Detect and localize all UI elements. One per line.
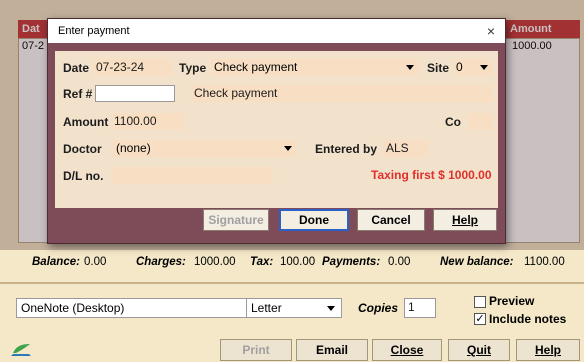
- preview-label[interactable]: Preview: [489, 294, 534, 308]
- paper-select-value: Letter: [251, 301, 282, 315]
- doctor-select-value: (none): [116, 141, 151, 155]
- cancel-button[interactable]: Cancel: [357, 209, 425, 231]
- help-button[interactable]: Help: [516, 339, 580, 361]
- type-select[interactable]: Check payment: [211, 59, 419, 76]
- balance-label: Balance:: [32, 256, 80, 268]
- payment-form-panel: Date 07-23-24 Type Check payment Site 0 …: [55, 51, 498, 208]
- date-label: Date: [63, 61, 90, 75]
- chevron-down-icon: [327, 306, 335, 311]
- balance-value: 0.00: [84, 256, 107, 268]
- entered-by-label: Entered by: [315, 142, 378, 156]
- paper-select[interactable]: Letter: [246, 298, 342, 318]
- email-button[interactable]: Email: [296, 339, 368, 361]
- tax-label: Tax:: [250, 256, 274, 268]
- done-button[interactable]: Done: [279, 209, 349, 231]
- copies-input[interactable]: 1: [404, 298, 436, 318]
- new-balance-value: 1100.00: [524, 256, 565, 268]
- dl-label: D/L no.: [63, 169, 104, 183]
- printer-select-value: OneNote (Desktop): [21, 301, 125, 315]
- amount-label: Amount: [63, 115, 109, 129]
- payments-label: Payments:: [322, 256, 381, 268]
- print-options: OneNote (Desktop) Letter Copies 1 Previe…: [0, 292, 584, 332]
- close-button[interactable]: Close: [372, 339, 442, 361]
- charges-label: Charges:: [136, 256, 186, 268]
- include-notes-checkbox[interactable]: ✓: [474, 313, 486, 325]
- include-notes-label[interactable]: Include notes: [489, 312, 566, 326]
- doctor-select[interactable]: (none): [113, 140, 297, 157]
- preview-checkbox[interactable]: [474, 296, 486, 308]
- site-select-value: 0: [456, 60, 463, 74]
- doctor-label: Doctor: [63, 142, 102, 156]
- dialog-title: Enter payment: [58, 25, 130, 37]
- close-icon[interactable]: ×: [487, 19, 495, 43]
- signature-button[interactable]: Signature: [203, 209, 269, 231]
- entered-by-field[interactable]: ALS: [383, 140, 429, 157]
- dialog-help-button[interactable]: Help: [433, 209, 497, 231]
- description-field[interactable]: Check payment: [191, 85, 493, 102]
- print-button[interactable]: Print: [220, 339, 292, 361]
- date-field[interactable]: 07-23-24: [93, 59, 173, 76]
- chevron-down-icon: [284, 146, 292, 151]
- taxing-note: Taxing first $ 1000.00: [371, 168, 492, 182]
- dl-field[interactable]: [113, 167, 273, 184]
- new-balance-label: New balance:: [440, 256, 514, 268]
- tax-value: 100.00: [280, 256, 316, 268]
- ref-label: Ref #: [63, 87, 93, 101]
- chevron-down-icon: [480, 65, 488, 70]
- type-select-value: Check payment: [214, 60, 298, 74]
- charges-value: 1000.00: [194, 256, 236, 268]
- section-divider: [0, 282, 584, 284]
- chevron-down-icon: [406, 65, 414, 70]
- balance-summary: Balance: 0.00 Charges: 1000.00 Tax: 100.…: [18, 250, 580, 274]
- amount-field[interactable]: 1100.00: [111, 113, 185, 130]
- co-label: Co: [445, 115, 461, 129]
- app-logo-icon: [11, 344, 31, 356]
- site-label: Site: [427, 61, 450, 75]
- co-field[interactable]: [469, 113, 493, 130]
- enter-payment-dialog: Enter payment × Date 07-23-24 Type Check…: [47, 18, 506, 244]
- copies-label: Copies: [358, 301, 399, 315]
- quit-button[interactable]: Quit: [448, 339, 510, 361]
- dialog-title-bar[interactable]: Enter payment ×: [48, 19, 505, 43]
- bottom-toolbar: Print Email Close Quit Help: [0, 338, 584, 362]
- payments-value: 0.00: [388, 256, 411, 268]
- site-select[interactable]: 0: [453, 59, 493, 76]
- type-label: Type: [179, 61, 207, 75]
- ref-input[interactable]: [95, 85, 175, 102]
- printer-select[interactable]: OneNote (Desktop): [16, 298, 270, 318]
